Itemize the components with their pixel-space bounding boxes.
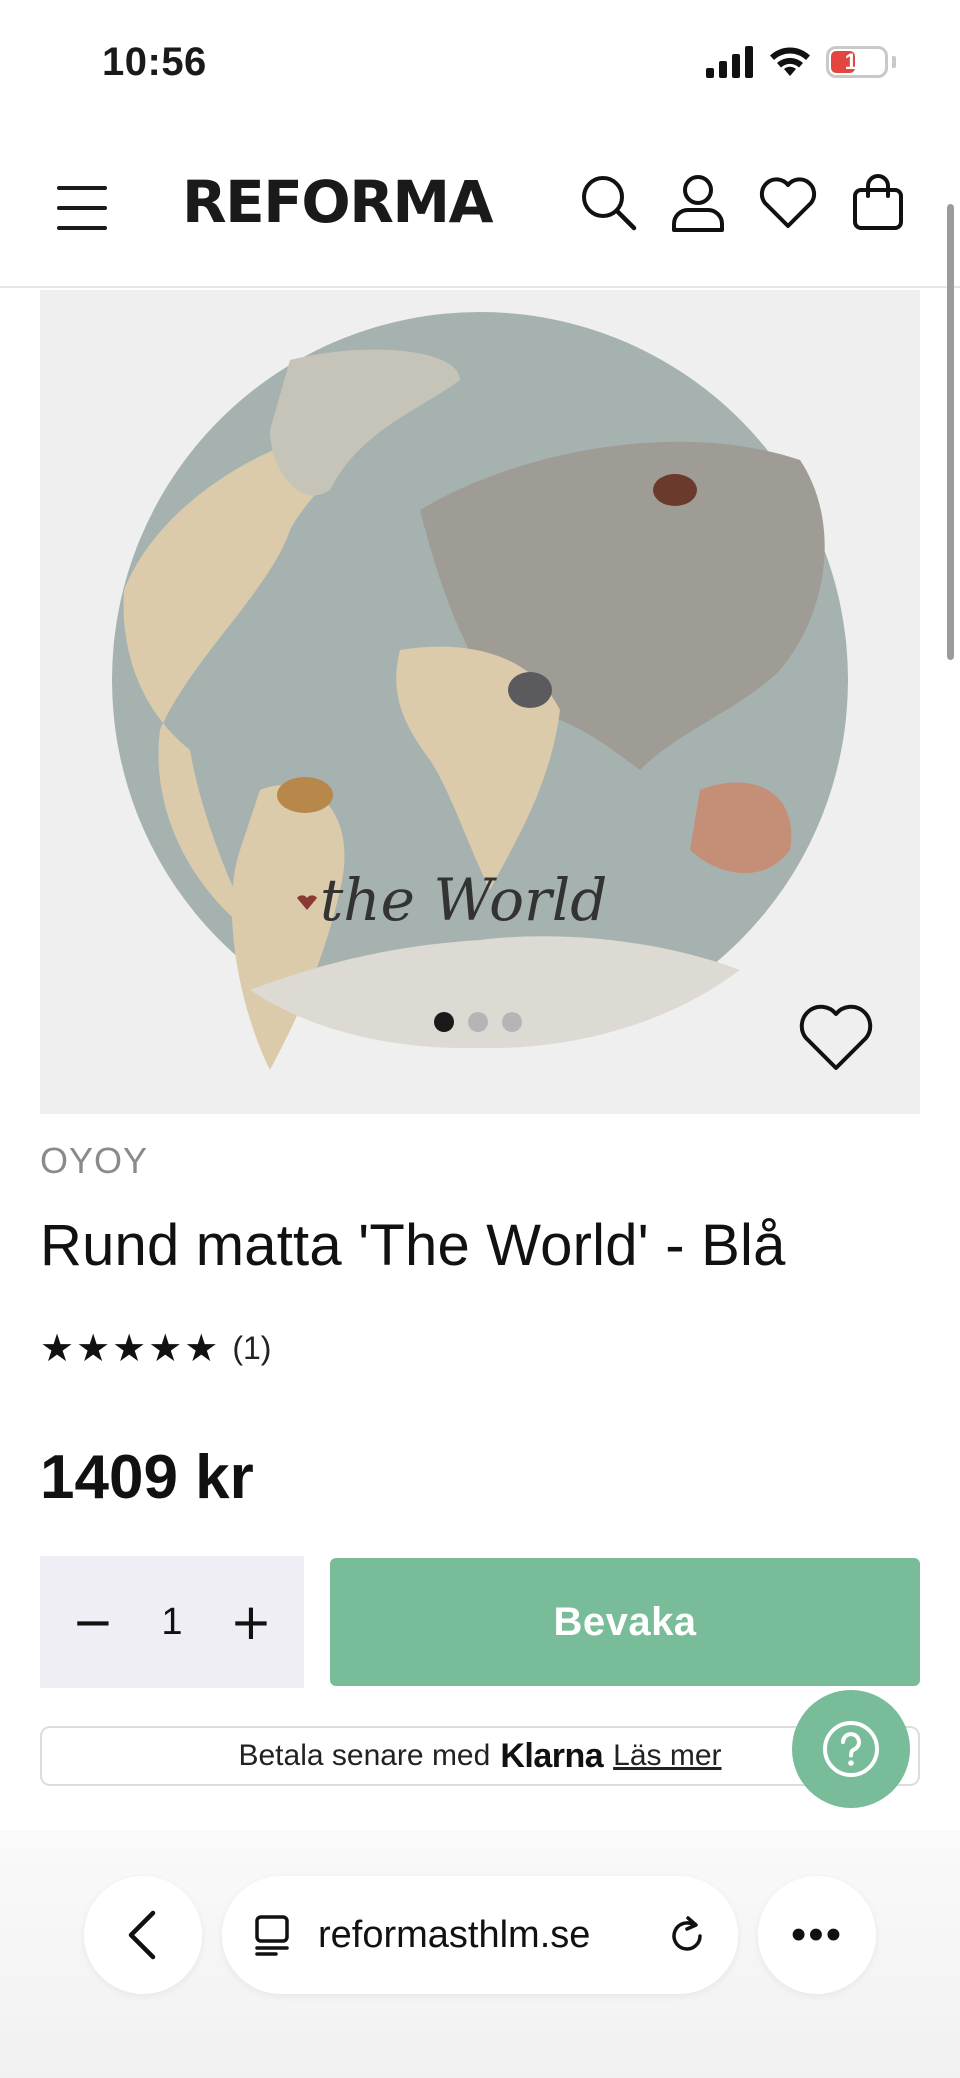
back-button[interactable] bbox=[84, 1876, 202, 1994]
search-icon[interactable] bbox=[576, 170, 640, 234]
quantity-stepper: − 1 + bbox=[40, 1556, 304, 1688]
carousel-dot-3[interactable] bbox=[502, 1012, 522, 1032]
review-count: (1) bbox=[232, 1329, 272, 1366]
carousel-dot-1[interactable] bbox=[434, 1012, 454, 1032]
chevron-left-icon bbox=[128, 1910, 156, 1960]
product-rating[interactable]: ★★★★★ (1) bbox=[40, 1326, 271, 1370]
wifi-icon bbox=[770, 47, 810, 76]
battery-tip bbox=[892, 56, 896, 68]
carousel-dot-2[interactable] bbox=[468, 1012, 488, 1032]
browser-toolbar: reformasthlm.se ••• bbox=[0, 1830, 960, 2078]
help-button[interactable] bbox=[792, 1690, 910, 1808]
address-bar[interactable]: reformasthlm.se bbox=[222, 1876, 738, 1994]
heart-icon[interactable] bbox=[756, 170, 820, 234]
increment-button[interactable]: + bbox=[224, 1593, 278, 1651]
status-time: 10:56 bbox=[102, 40, 207, 84]
decrement-button[interactable]: − bbox=[66, 1593, 120, 1651]
battery-level: 19 bbox=[844, 49, 870, 74]
site-header: REFORMA bbox=[0, 130, 960, 288]
product-title: Rund matta 'The World' - Blå bbox=[40, 1213, 786, 1278]
product-brand[interactable]: OYOY bbox=[40, 1140, 148, 1182]
account-icon[interactable] bbox=[666, 170, 730, 234]
menu-icon[interactable] bbox=[54, 180, 110, 236]
status-icons: 19 bbox=[706, 46, 896, 78]
rug-world-map-image: the World bbox=[112, 312, 848, 1070]
product-price: 1409 kr bbox=[40, 1443, 254, 1512]
page-menu-icon[interactable] bbox=[252, 1914, 292, 1956]
reload-icon[interactable] bbox=[668, 1914, 708, 1956]
site-logo[interactable]: REFORMA bbox=[182, 168, 493, 236]
question-icon bbox=[823, 1721, 879, 1777]
cellular-signal-icon bbox=[706, 46, 753, 78]
wishlist-heart-icon[interactable] bbox=[796, 1000, 876, 1076]
more-options-button[interactable]: ••• bbox=[758, 1876, 876, 1994]
rating-stars: ★★★★★ bbox=[40, 1326, 221, 1370]
carousel-dots[interactable] bbox=[434, 1012, 522, 1032]
watch-button[interactable]: Bevaka bbox=[330, 1558, 920, 1686]
bag-icon[interactable] bbox=[846, 170, 910, 234]
klarna-logo: Klarna bbox=[500, 1736, 604, 1775]
url-text[interactable]: reformasthlm.se bbox=[318, 1914, 642, 1957]
scrollbar[interactable] bbox=[947, 204, 954, 660]
battery-icon: 19 bbox=[826, 46, 888, 78]
klarna-prefix: Betala senare med bbox=[238, 1739, 491, 1772]
klarna-banner: Betala senare med Klarna Läs mer bbox=[40, 1726, 920, 1786]
klarna-read-more-link[interactable]: Läs mer bbox=[613, 1739, 721, 1773]
product-image-carousel[interactable]: the World bbox=[40, 290, 920, 1114]
status-bar: 10:56 19 bbox=[0, 0, 960, 130]
rug-lettering: the World bbox=[320, 866, 607, 934]
quantity-value[interactable]: 1 bbox=[161, 1601, 182, 1644]
